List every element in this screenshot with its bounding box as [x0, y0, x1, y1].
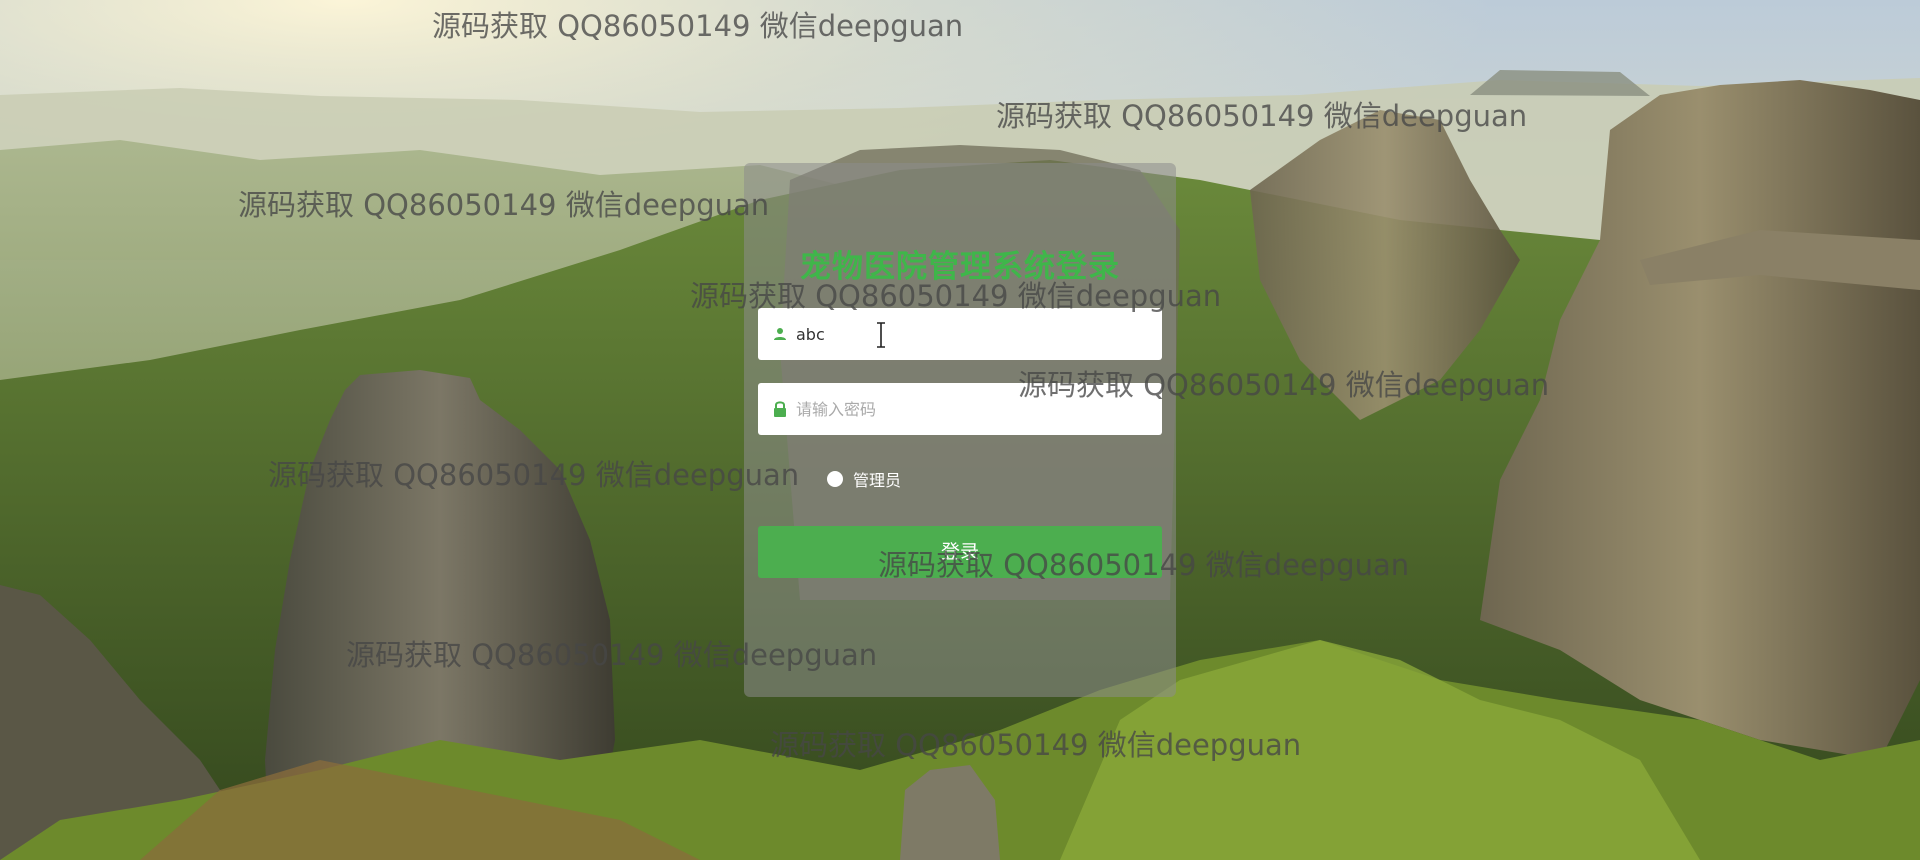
login-panel: 宠物医院管理系统登录 管理员 登录 [744, 163, 1176, 697]
login-page: 宠物医院管理系统登录 管理员 登录 源码获取 QQ86050149 微信deep… [0, 0, 1920, 860]
password-input[interactable] [796, 391, 1148, 427]
login-button[interactable]: 登录 [758, 526, 1162, 578]
user-icon [774, 328, 786, 340]
role-radio[interactable] [827, 471, 843, 487]
username-input[interactable] [796, 316, 1148, 352]
text-cursor-icon [877, 322, 885, 348]
username-field[interactable] [758, 308, 1162, 360]
role-option-admin[interactable]: 管理员 [827, 467, 901, 491]
password-field[interactable] [758, 383, 1162, 435]
lock-icon [774, 401, 786, 417]
role-label: 管理员 [853, 471, 902, 490]
login-title: 宠物医院管理系统登录 [800, 249, 1120, 285]
